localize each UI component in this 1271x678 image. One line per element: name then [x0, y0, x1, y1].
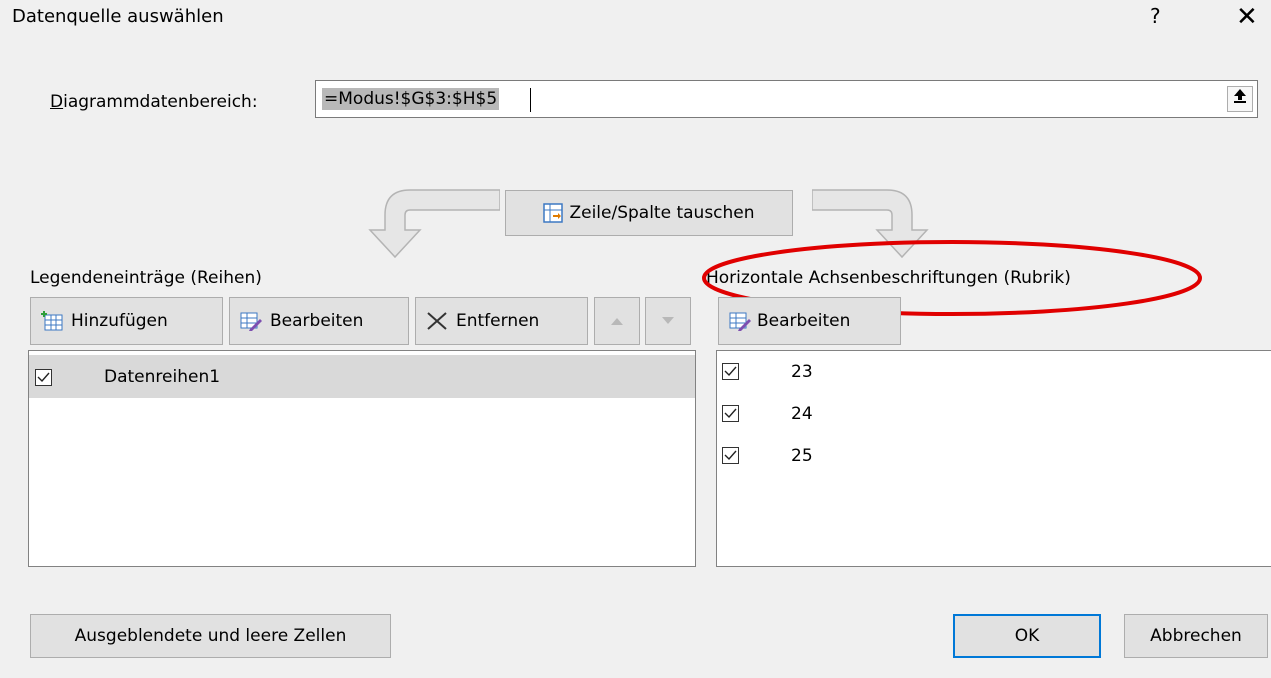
move-up-button[interactable] [594, 297, 640, 345]
series-name: Datenreihen1 [104, 367, 221, 387]
checkmark-icon [724, 408, 737, 419]
edit-axis-labels-label: Bearbeiten [757, 311, 851, 331]
text-caret [530, 88, 531, 112]
cancel-label: Abbrechen [1150, 626, 1242, 646]
swap-row-column-button[interactable]: Zeile/Spalte tauschen [505, 190, 793, 236]
legend-series-list[interactable]: Datenreihen1 [28, 350, 696, 567]
remove-series-label: Entfernen [456, 311, 540, 331]
hidden-empty-cells-button[interactable]: Ausgeblendete und leere Zellen [30, 614, 391, 658]
remove-x-icon [427, 312, 447, 330]
list-item[interactable]: 25 [717, 441, 1257, 477]
swap-button-label: Zeile/Spalte tauschen [569, 203, 755, 223]
remove-series-button[interactable]: Entfernen [415, 297, 588, 345]
cancel-button[interactable]: Abbrechen [1124, 614, 1268, 658]
upload-arrow-icon [1234, 89, 1246, 103]
range-value: =Modus!$G$3:$H$5 [322, 88, 500, 110]
checkmark-icon [724, 366, 737, 377]
list-item[interactable]: 23 [717, 357, 1257, 393]
list-item[interactable]: 24 [717, 399, 1257, 435]
move-down-button[interactable] [645, 297, 691, 345]
checkmark-icon [724, 450, 737, 461]
hidden-empty-cells-label: Ausgeblendete und leere Zellen [74, 626, 347, 646]
collapse-range-button[interactable] [1227, 86, 1253, 112]
axis-checkbox[interactable] [722, 363, 739, 380]
help-button[interactable]: ? [1150, 4, 1161, 28]
dialog-title: Datenquelle auswählen [12, 6, 224, 27]
ok-button[interactable]: OK [953, 614, 1101, 658]
edit-series-label: Bearbeiten [270, 311, 364, 331]
add-table-icon [41, 311, 63, 331]
range-label: Diagrammdatenbereich: [50, 92, 258, 112]
range-label-text: iagrammdatenbereich: [63, 92, 258, 112]
legend-section-label: Legendeneinträge (Reihen) [30, 268, 262, 288]
left-swap-arrow-icon [368, 189, 500, 259]
range-input[interactable]: =Modus!$G$3:$H$5 [315, 80, 1258, 118]
triangle-down-icon [662, 317, 674, 324]
edit-axis-labels-button[interactable]: Bearbeiten [718, 297, 901, 345]
axis-label-value: 25 [791, 446, 813, 466]
axis-label-value: 23 [791, 362, 813, 382]
list-item[interactable]: Datenreihen1 [29, 355, 695, 398]
axis-checkbox[interactable] [722, 447, 739, 464]
edit-series-button[interactable]: Bearbeiten [229, 297, 409, 345]
axis-checkbox[interactable] [722, 405, 739, 422]
add-series-label: Hinzufügen [71, 311, 168, 331]
axis-label-value: 24 [791, 404, 813, 424]
axis-labels-list[interactable]: 23 24 25 [716, 350, 1271, 567]
swap-icon [543, 203, 564, 223]
checkmark-icon [37, 372, 50, 383]
triangle-up-icon [611, 318, 623, 325]
close-button[interactable]: ✕ [1236, 2, 1258, 32]
edit-table-icon [240, 312, 262, 331]
edit-table-icon [729, 312, 751, 331]
ok-label: OK [1014, 626, 1040, 646]
series-checkbox[interactable] [35, 369, 52, 386]
add-series-button[interactable]: Hinzufügen [30, 297, 223, 345]
